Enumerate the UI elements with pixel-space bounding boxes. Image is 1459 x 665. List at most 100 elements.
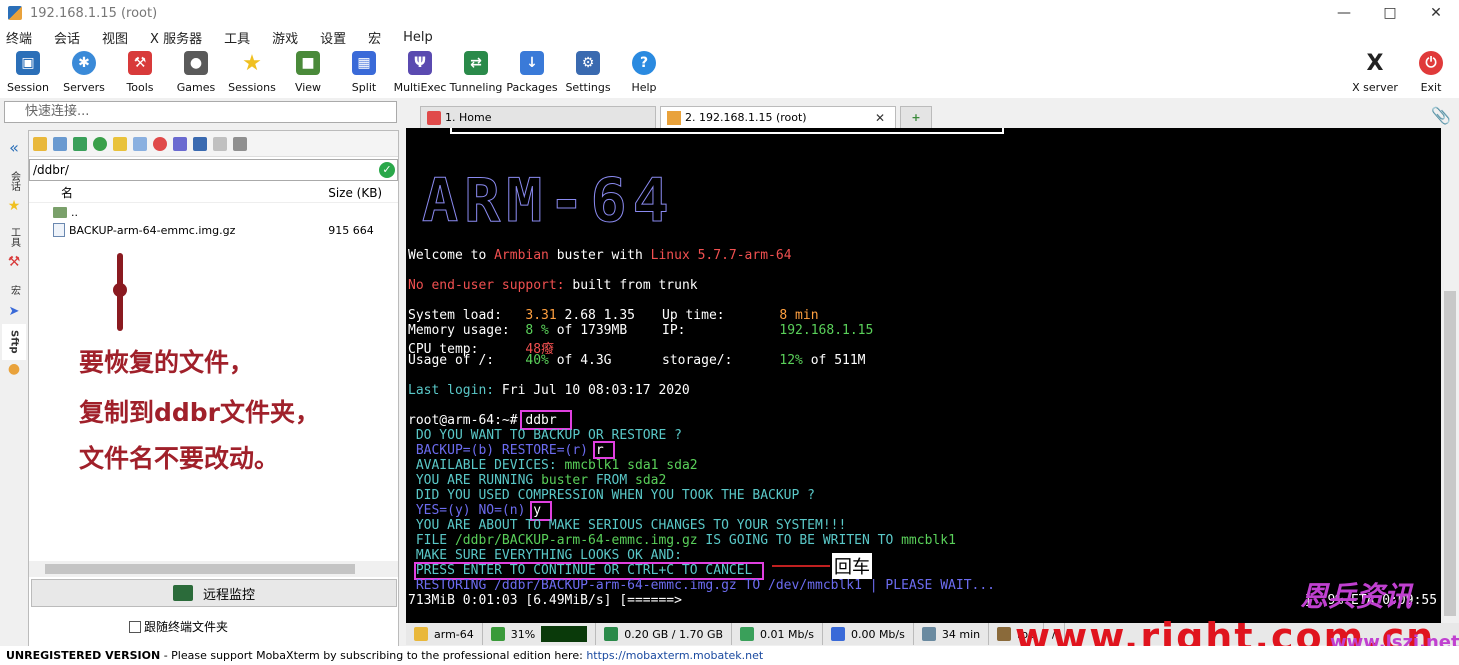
status-memory: 0.20 GB / 1.70 GB xyxy=(596,623,733,645)
terminal-icon[interactable] xyxy=(233,136,247,151)
scrollbar-thumb[interactable] xyxy=(1444,291,1456,616)
column-size[interactable]: Size (KB) xyxy=(328,186,398,200)
sftp-panel: /ddbr/ ✓ 名 Size (KB) .. BACKUP-arm-64-em… xyxy=(28,130,399,648)
send-icon: ➤ xyxy=(8,303,20,319)
uptime-icon xyxy=(921,627,936,641)
armbian-logo: ARM-64 xyxy=(422,166,675,237)
plus-icon: + xyxy=(911,111,921,124)
servers-button[interactable]: ✱ Servers xyxy=(56,48,112,98)
sidebar-tab-sftp[interactable]: Sftp xyxy=(2,324,26,360)
rename-icon[interactable] xyxy=(173,136,187,151)
title-bar: 192.168.1.15 (root) — □ ✕ xyxy=(0,0,1459,26)
multiexec-icon: Ψ xyxy=(408,51,432,75)
follow-terminal-checkbox[interactable]: 跟随终端文件夹 xyxy=(129,618,228,635)
horizontal-scrollbar[interactable] xyxy=(29,561,398,577)
list-item[interactable]: BACKUP-arm-64-emmc.img.gz 915 664 xyxy=(29,221,398,239)
watermark-brand: 恩兵资讯 xyxy=(1300,580,1413,613)
games-button[interactable]: ● Games xyxy=(168,48,224,98)
tunneling-button[interactable]: ⇄ Tunneling xyxy=(448,48,504,98)
status-uptime: 34 min xyxy=(914,623,990,645)
multiexec-button[interactable]: Ψ MultiExec xyxy=(392,48,448,98)
app-icon xyxy=(8,6,22,20)
terminal[interactable]: ARM-64 Welcome to Armbian buster with Li… xyxy=(406,128,1441,623)
maximize-button[interactable]: □ xyxy=(1367,0,1413,26)
sidebar-tabs: « 会话 ★ 工具 ⚒ 宏 ➤ Sftp ● xyxy=(0,138,28,648)
menu-macro[interactable]: 宏 xyxy=(368,28,381,47)
memory-icon xyxy=(604,627,619,641)
list-item[interactable]: .. xyxy=(29,203,398,221)
menu-settings[interactable]: 设置 xyxy=(320,28,346,47)
highlight-cmd xyxy=(520,410,572,430)
remote-monitor-button[interactable]: 远程监控 xyxy=(31,579,397,607)
session-icon: ▣ xyxy=(16,51,40,75)
annotation-line-3: 文件名不要改动。 xyxy=(79,444,280,473)
games-icon: ● xyxy=(184,51,208,75)
terminal-scrollbar[interactable] xyxy=(1441,128,1459,623)
settings-button[interactable]: ⚙ Settings xyxy=(560,48,616,98)
sftp-toolbar xyxy=(29,131,398,157)
delete-icon[interactable] xyxy=(153,136,167,151)
highlight-restore xyxy=(593,441,615,459)
upload-icon[interactable] xyxy=(73,136,87,151)
column-name[interactable]: 名 xyxy=(29,184,328,201)
close-tab-icon[interactable]: ✕ xyxy=(875,111,885,125)
view-icon: ■ xyxy=(296,51,320,75)
sftp-path-input[interactable]: /ddbr/ ✓ xyxy=(29,159,398,181)
permissions-icon[interactable] xyxy=(213,136,227,151)
tab-ssh-session[interactable]: 2. 192.168.1.15 (root) ✕ xyxy=(660,106,896,128)
download-icon[interactable] xyxy=(53,136,67,151)
annotation-marker xyxy=(113,253,127,331)
minimize-button[interactable]: — xyxy=(1321,0,1367,26)
mobaxterm-link[interactable]: https://mobaxterm.mobatek.net xyxy=(586,649,763,662)
exit-button[interactable]: ⏻ Exit xyxy=(1403,48,1459,98)
home-icon xyxy=(427,110,441,125)
user-icon xyxy=(997,627,1012,641)
menu-tools[interactable]: 工具 xyxy=(224,28,250,47)
packages-icon: ↓ xyxy=(520,51,544,75)
status-upload: 0.01 Mb/s xyxy=(732,623,823,645)
sidebar-tab-macro[interactable]: 宏 xyxy=(2,278,26,302)
sftp-path: /ddbr/ xyxy=(33,163,69,177)
ssh-icon xyxy=(667,110,681,125)
linux-icon xyxy=(414,627,428,641)
menu-games[interactable]: 游戏 xyxy=(272,28,298,47)
paperclip-icon[interactable]: 📎 xyxy=(1431,106,1451,125)
sidebar-tab-sessions[interactable]: 会话 xyxy=(2,166,26,196)
check-icon[interactable]: ✓ xyxy=(379,162,395,178)
new-folder-icon[interactable] xyxy=(113,136,127,151)
x-server-button[interactable]: XX server xyxy=(1347,48,1403,98)
toolbar: ▣ Session ✱ Servers ⚒ Tools ● Games ★ Session… xyxy=(0,48,1459,98)
menu-session[interactable]: 会话 xyxy=(54,28,80,47)
sidebar-tab-tools[interactable]: 工具 xyxy=(2,222,26,252)
cpu-graph xyxy=(541,626,588,642)
cpu-icon xyxy=(490,627,505,641)
close-button[interactable]: ✕ xyxy=(1413,0,1459,26)
checkbox[interactable] xyxy=(129,620,141,633)
new-tab-button[interactable]: + xyxy=(900,106,932,128)
tab-home[interactable]: 1. Home xyxy=(420,106,656,128)
unregistered-label: UNREGISTERED VERSION xyxy=(6,649,161,662)
tools-button[interactable]: ⚒ Tools xyxy=(112,48,168,98)
sessions-button[interactable]: ★ Sessions xyxy=(224,48,280,98)
menu-help[interactable]: Help xyxy=(403,30,433,45)
mobaxterm-window: 192.168.1.15 (root) — □ ✕ 终端 会话 视图 X 服务器… xyxy=(0,0,1459,665)
new-file-icon[interactable] xyxy=(133,136,147,151)
refresh-icon[interactable] xyxy=(93,136,107,151)
split-button[interactable]: ▦ Split xyxy=(336,48,392,98)
menu-x-server[interactable]: X 服务器 xyxy=(150,28,202,47)
annotation-enter: 回车 xyxy=(832,553,872,579)
toggle-hidden-icon[interactable] xyxy=(193,136,207,151)
sftp-list-header: 名 Size (KB) xyxy=(29,183,398,203)
packages-button[interactable]: ↓ Packages xyxy=(504,48,560,98)
session-tabs: 1. Home 2. 192.168.1.15 (root) ✕ + 📎 xyxy=(406,104,1459,128)
scrollbar-thumb[interactable] xyxy=(45,564,355,574)
view-button[interactable]: ■ View xyxy=(280,48,336,98)
help-button[interactable]: ? Help xyxy=(616,48,672,98)
folder-up-icon[interactable] xyxy=(33,136,47,151)
collapse-icon[interactable]: « xyxy=(2,138,26,157)
quick-connect-input[interactable]: 快速连接... xyxy=(4,101,397,123)
file-icon xyxy=(53,223,65,237)
menu-view[interactable]: 视图 xyxy=(102,28,128,47)
session-button[interactable]: ▣ Session xyxy=(0,48,56,98)
menu-terminal[interactable]: 终端 xyxy=(6,28,32,47)
